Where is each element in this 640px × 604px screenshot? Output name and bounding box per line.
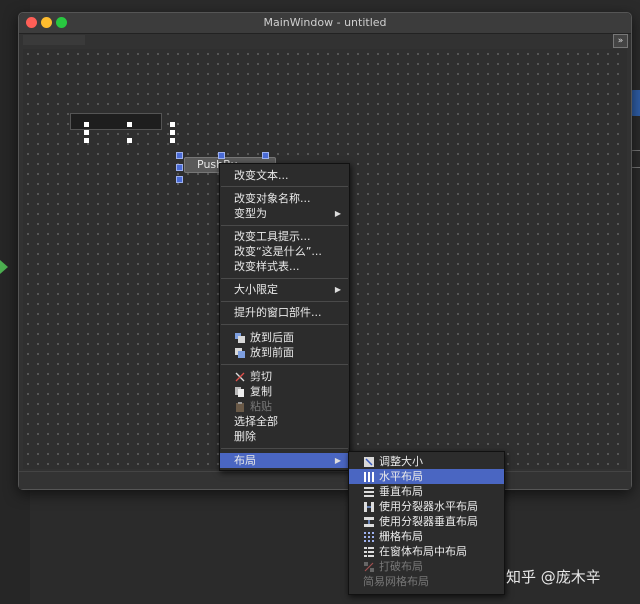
- submenu-item-label: 打破布局: [379, 560, 423, 573]
- menu-item-delete[interactable]: 删除: [220, 429, 349, 444]
- form-layout-icon: [364, 547, 374, 557]
- menu-item-label: 复制: [250, 385, 272, 398]
- menu-item-label: 提升的窗口部件...: [234, 306, 322, 319]
- horizontal-splitter-icon: [364, 502, 374, 512]
- menu-item-promoted-widgets[interactable]: 提升的窗口部件...: [220, 305, 349, 320]
- menu-item-label: 改变样式表...: [234, 260, 300, 273]
- menu-separator: [221, 448, 348, 449]
- menu-separator: [221, 186, 348, 187]
- resize-handle[interactable]: [84, 130, 89, 135]
- submenu-item-adjust-size[interactable]: 调整大小: [349, 454, 504, 469]
- menu-item-layout[interactable]: 布局 ▶: [220, 453, 349, 468]
- submenu-item-label: 简易网格布局: [363, 575, 429, 588]
- menu-item-label: 变型为: [234, 207, 267, 220]
- submenu-item-grid-layout[interactable]: 栅格布局: [349, 529, 504, 544]
- window-titlebar: MainWindow - untitled: [19, 13, 631, 34]
- submenu-item-label: 栅格布局: [379, 530, 423, 543]
- menu-item-paste: 粘贴: [220, 399, 349, 414]
- menu-item-label: 粘贴: [250, 400, 272, 413]
- menu-item-morph-into[interactable]: 变型为 ▶: [220, 206, 349, 221]
- menu-item-select-all[interactable]: 选择全部: [220, 414, 349, 429]
- adjust-size-icon: [364, 457, 374, 467]
- submenu-arrow-icon: ▶: [334, 209, 341, 218]
- submenu-item-vertical-splitter[interactable]: 使用分裂器垂直布局: [349, 514, 504, 529]
- submenu-item-horizontal-layout[interactable]: 水平布局: [349, 469, 504, 484]
- watermark-text: 知乎 @庞木辛: [506, 568, 601, 586]
- menu-item-label: 大小限定: [234, 283, 278, 296]
- window-title: MainWindow - untitled: [263, 16, 387, 29]
- selection-handle[interactable]: [176, 152, 183, 159]
- layout-submenu: 调整大小 水平布局 垂直布局 使用分裂器水平布局 使用分裂器垂直布局 栅格布局 …: [348, 451, 505, 595]
- menu-item-send-to-back[interactable]: 放到后面: [220, 330, 349, 345]
- menu-item-change-stylesheet[interactable]: 改变样式表...: [220, 259, 349, 274]
- menu-item-cut[interactable]: 剪切: [220, 369, 349, 384]
- submenu-arrow-icon: ▶: [334, 285, 341, 294]
- selection-handle[interactable]: [176, 176, 183, 183]
- menubar-placeholder[interactable]: [23, 35, 85, 45]
- menu-item-label: 布局: [234, 454, 256, 467]
- resize-handle[interactable]: [170, 122, 175, 127]
- submenu-item-simplify-grid: 简易网格布局: [349, 574, 504, 589]
- bring-to-front-icon: [235, 348, 245, 358]
- menu-item-size-constraints[interactable]: 大小限定 ▶: [220, 282, 349, 297]
- resize-handle[interactable]: [84, 122, 89, 127]
- selection-handle[interactable]: [176, 164, 183, 171]
- send-to-back-icon: [235, 333, 245, 343]
- submenu-arrow-icon: ▶: [334, 456, 341, 465]
- resize-handle[interactable]: [170, 138, 175, 143]
- context-menu: 改变文本... 改变对象名称... 变型为 ▶ 改变工具提示... 改变“这是什么…: [219, 163, 350, 471]
- submenu-item-break-layout: 打破布局: [349, 559, 504, 574]
- selection-handle[interactable]: [262, 152, 269, 159]
- menu-item-label: 放到后面: [250, 331, 294, 344]
- menu-item-bring-to-front[interactable]: 放到前面: [220, 345, 349, 360]
- menu-separator: [221, 301, 348, 302]
- resize-handle[interactable]: [84, 138, 89, 143]
- vertical-layout-icon: [364, 487, 374, 497]
- resize-handle[interactable]: [127, 138, 132, 143]
- menu-separator: [221, 324, 348, 325]
- horizontal-layout-icon: [364, 472, 374, 482]
- submenu-item-horizontal-splitter[interactable]: 使用分裂器水平布局: [349, 499, 504, 514]
- submenu-item-form-layout[interactable]: 在窗体布局中布局: [349, 544, 504, 559]
- selection-handle[interactable]: [218, 152, 225, 159]
- resize-handle[interactable]: [127, 122, 132, 127]
- submenu-item-label: 使用分裂器垂直布局: [379, 515, 478, 528]
- resize-handle[interactable]: [170, 130, 175, 135]
- menu-item-label: 剪切: [250, 370, 272, 383]
- scissors-icon: [235, 372, 245, 382]
- break-layout-icon: [364, 562, 374, 572]
- submenu-item-label: 使用分裂器水平布局: [379, 500, 478, 513]
- menu-item-label: 选择全部: [234, 415, 278, 428]
- menu-item-label: 放到前面: [250, 346, 294, 359]
- menu-separator: [221, 364, 348, 365]
- menu-item-change-object-name[interactable]: 改变对象名称...: [220, 191, 349, 206]
- menu-item-label: 改变“这是什么”...: [234, 245, 322, 258]
- copy-icon: [235, 387, 244, 397]
- menu-item-label: 改变工具提示...: [234, 230, 311, 243]
- menu-item-label: 改变文本...: [234, 169, 289, 182]
- menu-item-change-tooltip[interactable]: 改变工具提示...: [220, 229, 349, 244]
- menu-item-change-text[interactable]: 改变文本...: [220, 168, 349, 183]
- status-bar: [19, 471, 631, 489]
- grid-layout-icon: [364, 532, 374, 542]
- play-arrow-icon[interactable]: [0, 260, 8, 274]
- vertical-splitter-icon: [364, 517, 374, 527]
- menu-item-copy[interactable]: 复制: [220, 384, 349, 399]
- submenu-item-vertical-layout[interactable]: 垂直布局: [349, 484, 504, 499]
- expand-chevron-icon[interactable]: »: [613, 34, 628, 48]
- menu-item-change-whats-this[interactable]: 改变“这是什么”...: [220, 244, 349, 259]
- menu-item-label: 改变对象名称...: [234, 192, 311, 205]
- menu-item-label: 删除: [234, 430, 256, 443]
- submenu-item-label: 水平布局: [379, 470, 423, 483]
- paste-icon: [236, 402, 244, 412]
- menu-separator: [221, 225, 348, 226]
- submenu-item-label: 调整大小: [379, 455, 423, 468]
- menu-separator: [221, 278, 348, 279]
- submenu-item-label: 垂直布局: [379, 485, 423, 498]
- submenu-item-label: 在窗体布局中布局: [379, 545, 467, 558]
